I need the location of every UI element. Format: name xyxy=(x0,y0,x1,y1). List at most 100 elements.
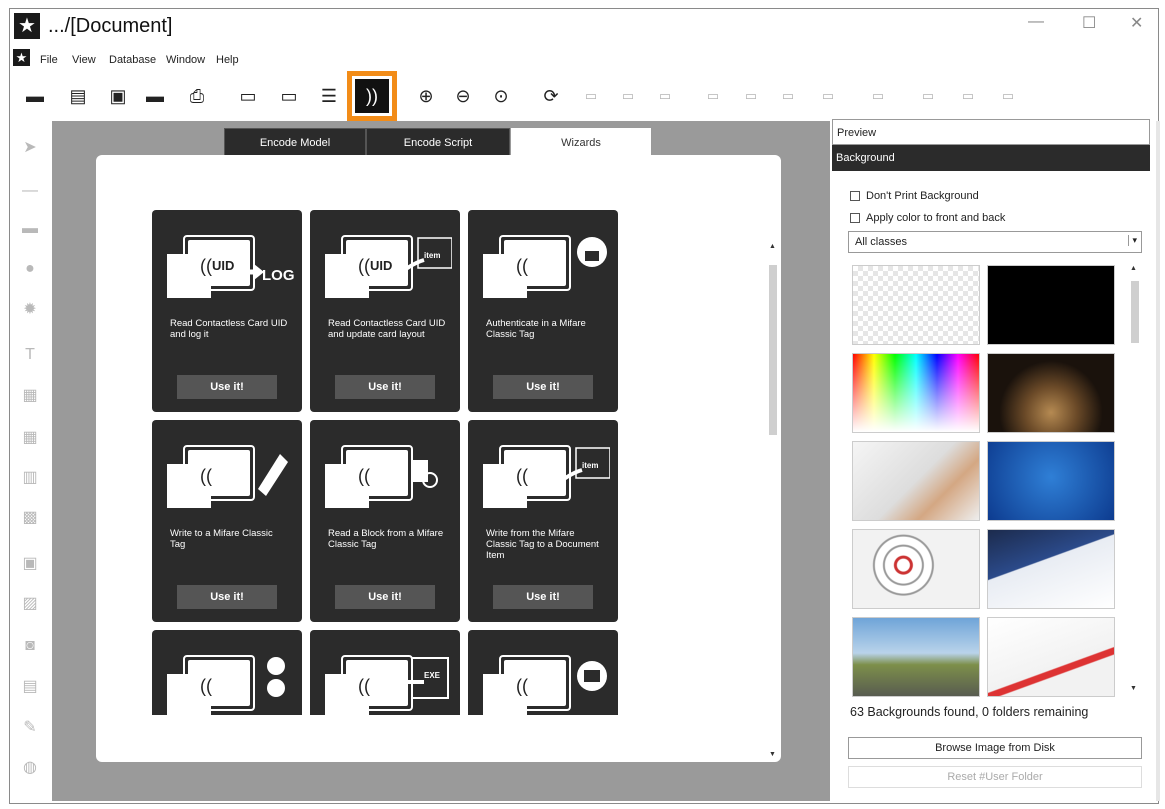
wizard-card: (( item Write from the Mifare Classic Tag … xyxy=(468,420,618,622)
use-it-button[interactable]: Use it! xyxy=(493,375,593,399)
capture-icon[interactable]: ▤ xyxy=(20,676,40,696)
background-thumb-hand-phone[interactable] xyxy=(852,441,980,521)
ellipse-icon[interactable]: ● xyxy=(20,259,40,279)
apply-color-checkbox[interactable]: Apply color to front and back xyxy=(850,212,1005,224)
icon-label: item xyxy=(424,251,440,260)
save-icon[interactable]: ▣ xyxy=(105,83,131,109)
fingerprint-icon[interactable]: ◍ xyxy=(20,757,40,777)
wizard-grid: ((UID LOG Read Contactless Card UID and lo… xyxy=(152,210,622,715)
backgrounds-found-status: 63 Backgrounds found, 0 folders remainin… xyxy=(850,705,1089,719)
maximize-icon[interactable]: ☐ xyxy=(1082,13,1096,33)
arrange-icon[interactable]: ▭ xyxy=(700,83,726,109)
arrange-icon[interactable]: ▭ xyxy=(738,83,764,109)
icon-label: UID xyxy=(212,258,234,273)
tab-encode-model[interactable]: Encode Model xyxy=(224,128,366,158)
save-as-icon[interactable]: ▬ xyxy=(142,83,168,109)
wizard-card: ((EXE xyxy=(310,630,460,715)
counter-icon[interactable]: ▦ xyxy=(20,385,40,405)
svg-text:((: (( xyxy=(358,256,370,276)
wizard-description: Write from the Mifare Classic Tag to a D… xyxy=(486,528,599,561)
rotate-icon[interactable]: ⟳ xyxy=(538,83,564,109)
camera-icon[interactable]: ◙ xyxy=(20,636,40,656)
svg-text:((: (( xyxy=(516,466,528,486)
icon-label: LOG xyxy=(262,267,294,284)
card-back-icon[interactable]: ▭ xyxy=(276,83,302,109)
wizard-scrollbar[interactable]: ▲ ▼ xyxy=(768,243,778,763)
background-thumb-notebook[interactable] xyxy=(987,617,1115,697)
signature-icon[interactable]: ✎ xyxy=(20,717,40,737)
close-icon[interactable]: ✕ xyxy=(1130,13,1143,33)
text-icon[interactable]: T xyxy=(20,345,40,365)
background-thumb-clocks[interactable] xyxy=(987,353,1115,433)
add-icon[interactable]: ▭ xyxy=(915,83,941,109)
use-it-button[interactable]: Use it! xyxy=(177,375,277,399)
window-title: .../[Document] xyxy=(48,15,173,37)
arrange-icon[interactable]: ▭ xyxy=(775,83,801,109)
background-thumb-transparent[interactable] xyxy=(852,265,980,345)
icon-label: EXE xyxy=(424,671,441,680)
line-icon[interactable]: — xyxy=(20,181,40,201)
zoom-fit-icon[interactable]: ⊙ xyxy=(488,83,514,109)
open-icon[interactable]: ▤ xyxy=(65,83,91,109)
background-thumb-target[interactable] xyxy=(852,529,980,609)
svg-text:((: (( xyxy=(516,256,528,276)
calendar-icon[interactable]: ▦ xyxy=(20,427,40,447)
polygon-icon[interactable]: ✹ xyxy=(20,299,40,319)
use-it-button[interactable]: Use it! xyxy=(177,585,277,609)
class-select[interactable]: All classes ▾ xyxy=(848,231,1142,253)
background-thumb-black[interactable] xyxy=(987,265,1115,345)
app-menu-icon[interactable]: ★ xyxy=(13,49,30,66)
class-select-value: All classes xyxy=(855,236,907,248)
menu-file[interactable]: File xyxy=(40,54,58,66)
group-icon[interactable]: ▭ xyxy=(865,83,891,109)
arrange-icon[interactable]: ▭ xyxy=(815,83,841,109)
barcode-icon[interactable]: ▥ xyxy=(20,467,40,487)
tab-encode-script[interactable]: Encode Script xyxy=(366,128,510,158)
wizard-card: ((UID LOG Read Contactless Card UID and lo… xyxy=(152,210,302,412)
zoom-in-icon[interactable]: ⊕ xyxy=(413,83,439,109)
encode-contactless-icon[interactable]: )) xyxy=(347,71,397,121)
window-scrollbar[interactable] xyxy=(1156,121,1160,801)
wizard-card: ((UID item Read Contactless Card UID and u… xyxy=(310,210,460,412)
minimize-icon[interactable]: — xyxy=(1028,13,1044,31)
use-it-button[interactable]: Use it! xyxy=(493,585,593,609)
menu-help[interactable]: Help xyxy=(216,54,239,66)
image-icon[interactable]: ▨ xyxy=(20,593,40,613)
rectangle-icon[interactable]: ▬ xyxy=(20,219,40,239)
use-it-button[interactable]: Use it! xyxy=(335,585,435,609)
menu-database[interactable]: Database xyxy=(109,54,156,66)
background-thumb-spectrum[interactable] xyxy=(852,353,980,433)
align-icon[interactable]: ▭ xyxy=(578,83,604,109)
svg-text:((: (( xyxy=(200,256,212,276)
dont-print-label: Don't Print Background xyxy=(866,190,979,202)
database-icon[interactable]: ☰ xyxy=(316,83,342,109)
menu-window[interactable]: Window xyxy=(166,54,205,66)
dont-print-checkbox[interactable]: Don't Print Background xyxy=(850,190,979,202)
wizard-card: (( xyxy=(468,630,618,715)
use-it-button[interactable]: Use it! xyxy=(335,375,435,399)
reset-user-folder-button[interactable]: Reset #User Folder xyxy=(848,766,1142,788)
qrcode-icon[interactable]: ▩ xyxy=(20,507,40,527)
preview-header[interactable]: Preview xyxy=(832,119,1150,145)
background-thumb-calendar[interactable] xyxy=(987,529,1115,609)
background-thumb-truck[interactable] xyxy=(852,617,980,697)
new-card-icon[interactable]: ▬ xyxy=(22,83,48,109)
card-front-icon[interactable]: ▭ xyxy=(235,83,261,109)
browse-image-button[interactable]: Browse Image from Disk xyxy=(848,737,1142,759)
wizard-card: ((Write to a Mifare Classic Tag Use it! xyxy=(152,420,302,622)
menu-view[interactable]: View xyxy=(72,54,96,66)
icon-label: item xyxy=(582,461,598,470)
check-icon[interactable]: ▭ xyxy=(995,83,1021,109)
pointer-icon[interactable]: ➤ xyxy=(20,137,40,157)
align-icon[interactable]: ▭ xyxy=(652,83,678,109)
background-header[interactable]: Background xyxy=(832,145,1150,171)
background-scrollbar[interactable]: ▲ ▼ xyxy=(1130,265,1140,697)
image-field-icon[interactable]: ▣ xyxy=(20,553,40,573)
zoom-out-icon[interactable]: ⊖ xyxy=(450,83,476,109)
print-icon[interactable]: ⎙ xyxy=(184,83,210,109)
svg-text:((: (( xyxy=(516,676,528,696)
svg-text:((: (( xyxy=(358,466,370,486)
background-thumb-flowers[interactable] xyxy=(987,441,1115,521)
align-icon[interactable]: ▭ xyxy=(615,83,641,109)
remove-icon[interactable]: ▭ xyxy=(955,83,981,109)
